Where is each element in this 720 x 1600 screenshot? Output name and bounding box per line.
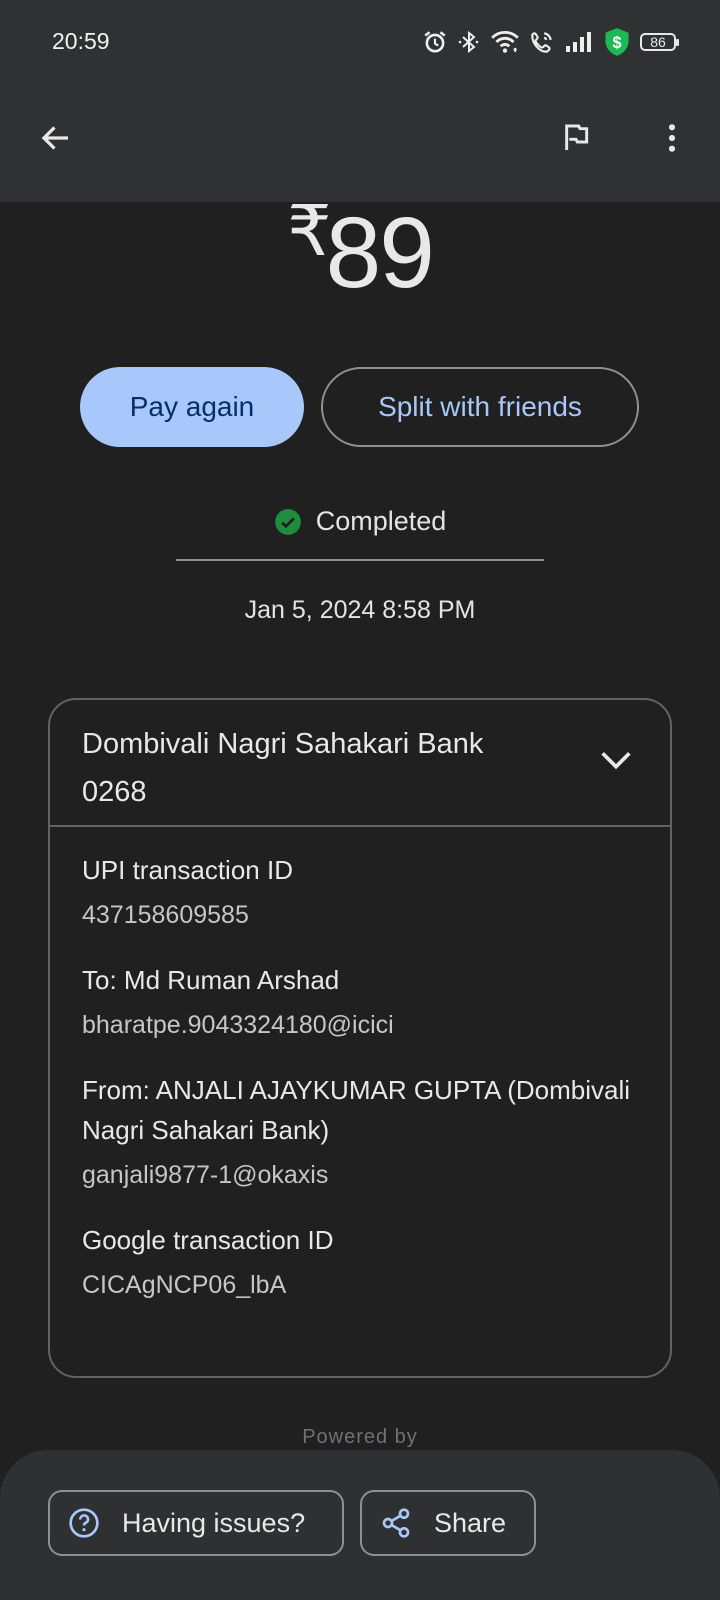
help-icon (69, 1508, 99, 1538)
field-value: CICAgNCP06_lbA (82, 1271, 287, 1299)
google-transaction-id-field: Google transaction ID CICAgNCP06_lbA (82, 1220, 642, 1304)
more-vert-icon (668, 124, 676, 152)
pay-again-button[interactable]: Pay again (80, 367, 304, 447)
check-circle-icon (274, 508, 301, 535)
split-with-friends-button[interactable]: Split with friends (321, 367, 639, 447)
amount-value: 89 (325, 197, 435, 309)
having-issues-button[interactable]: Having issues? (48, 1490, 344, 1556)
divider (176, 559, 544, 561)
status-bar: 20:59 $ 86 (0, 0, 720, 84)
share-icon (382, 1508, 410, 1538)
field-value: 437158609585 (82, 901, 249, 929)
bluetooth-icon (457, 29, 481, 55)
field-value: ganjali9877-1@okaxis (82, 1161, 329, 1189)
alarm-icon (422, 29, 448, 55)
field-label: To: Md Ruman Arshad (82, 965, 340, 995)
field-value: bharatpe.9043324180@icici (82, 1011, 394, 1039)
transaction-fields: UPI transaction ID 437158609585 To: Md R… (82, 850, 642, 1330)
share-label: Share (434, 1507, 507, 1538)
transaction-details-card: Dombivali Nagri Sahakari Bank 0268 UPI t… (48, 698, 672, 1378)
app-bar (0, 84, 720, 202)
currency-symbol: ₹ (287, 192, 332, 270)
transaction-date: Jan 5, 2024 8:58 PM (244, 596, 476, 624)
sender-field: From: ANJALI AJAYKUMAR GUPTA (Dombivali … (82, 1070, 642, 1194)
wifi-icon (490, 29, 520, 55)
back-arrow-icon (41, 126, 68, 150)
field-label: UPI transaction ID (82, 855, 293, 885)
wifi-calling-icon (529, 29, 555, 55)
svg-text:$: $ (613, 34, 622, 52)
security-shield-icon: $ (603, 27, 631, 57)
bottom-action-sheet: Having issues? Share (0, 1450, 720, 1600)
back-button[interactable] (34, 116, 78, 160)
transaction-amount: ₹89 (0, 190, 720, 311)
powered-by-text: Powered by (302, 1426, 418, 1448)
bank-account-title: Dombivali Nagri Sahakari Bank 0268 (82, 720, 562, 816)
status-time: 20:59 (52, 28, 110, 54)
flag-icon (565, 124, 589, 150)
field-label: Google transaction ID (82, 1225, 334, 1255)
field-label: From: ANJALI AJAYKUMAR GUPTA (Dombivali … (82, 1075, 631, 1145)
signal-icon (564, 30, 594, 54)
battery-level: 86 (640, 33, 679, 51)
bank-name: Dombivali Nagri Sahakari Bank (82, 728, 484, 760)
recipient-field: To: Md Ruman Arshad bharatpe.9043324180@… (82, 960, 642, 1044)
having-issues-label: Having issues? (122, 1507, 306, 1538)
more-options-button[interactable] (650, 116, 694, 160)
report-button[interactable] (554, 116, 598, 160)
share-button[interactable]: Share (360, 1490, 536, 1556)
account-suffix: 0268 (82, 776, 147, 808)
chevron-down-icon (601, 752, 631, 770)
bank-account-header[interactable]: Dombivali Nagri Sahakari Bank 0268 (50, 700, 670, 827)
status-label: Completed (315, 506, 447, 536)
status-icons: $ 86 (422, 26, 679, 58)
upi-transaction-id-field: UPI transaction ID 437158609585 (82, 850, 642, 934)
transaction-status: Completed (0, 506, 720, 537)
battery-icon: 86 (640, 33, 679, 51)
